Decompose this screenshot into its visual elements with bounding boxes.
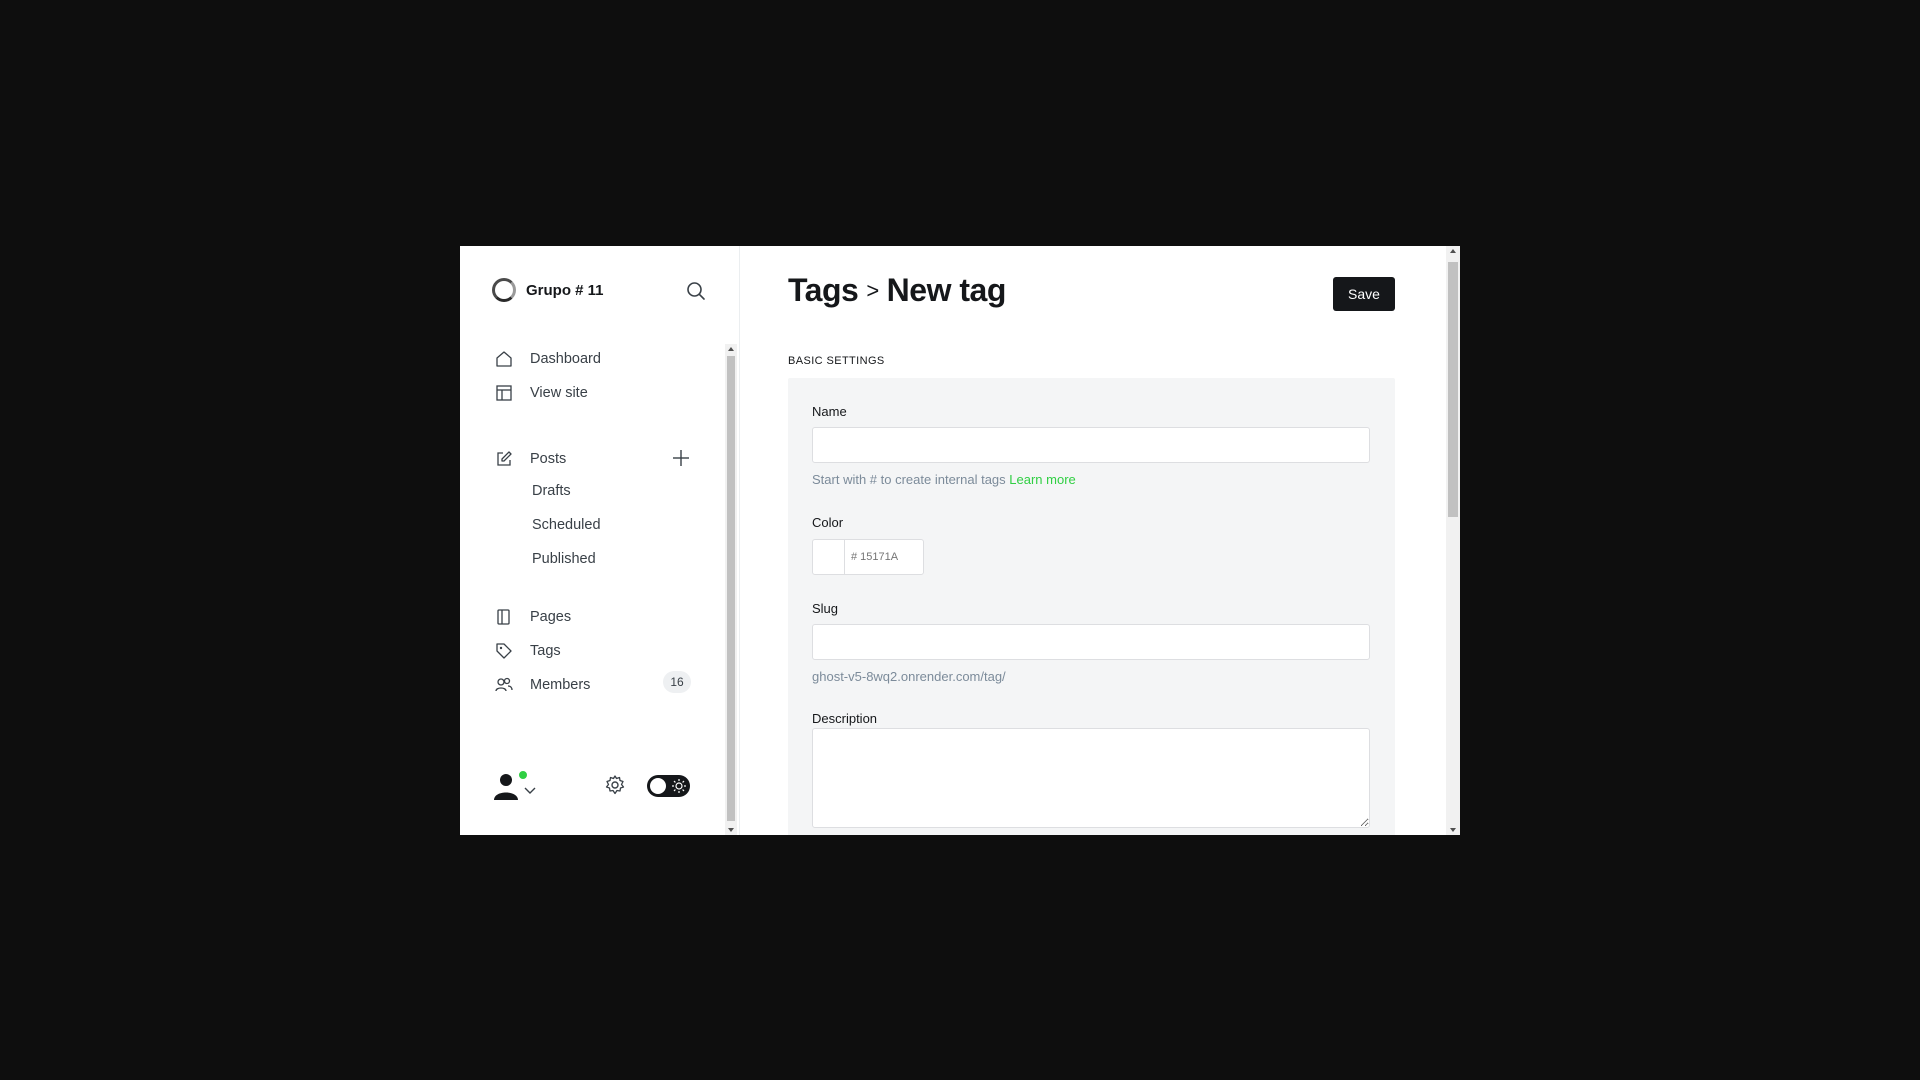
color-swatch[interactable]	[813, 540, 845, 574]
sidebar-scroll-thumb[interactable]	[727, 356, 735, 821]
layout-icon	[494, 383, 514, 403]
breadcrumb-separator-icon: >	[866, 277, 879, 303]
page-title-text: New tag	[886, 272, 1007, 308]
sidebar-item-label: Pages	[530, 609, 572, 625]
online-status-dot	[518, 770, 528, 780]
description-textarea[interactable]	[812, 728, 1370, 828]
name-hint: Start with # to create internal tags Lea…	[812, 472, 1076, 487]
scroll-up-arrow-icon[interactable]	[1450, 249, 1456, 253]
sidebar-item-scheduled[interactable]: Scheduled	[532, 517, 601, 533]
members-count-badge: 16	[663, 671, 691, 693]
gear-icon[interactable]	[604, 774, 626, 796]
name-label: Name	[812, 404, 847, 419]
slug-label: Slug	[812, 601, 839, 616]
name-hint-text: Start with # to create internal tags	[812, 472, 1006, 487]
site-logo-icon	[492, 278, 516, 302]
tag-icon	[494, 641, 514, 661]
site-brand[interactable]: Grupo # 11	[492, 278, 604, 302]
avatar[interactable]	[492, 770, 520, 800]
slug-input[interactable]	[812, 624, 1370, 660]
breadcrumb-tags[interactable]: Tags	[788, 272, 859, 309]
sidebar-item-dashboard[interactable]: Dashboard	[494, 349, 601, 369]
color-label: Color	[812, 515, 844, 530]
sidebar-item-pages[interactable]: Pages	[494, 607, 571, 627]
main-scroll-thumb[interactable]	[1448, 262, 1458, 517]
toggle-knob	[650, 778, 666, 794]
sidebar-item-view-site[interactable]: View site	[494, 383, 588, 403]
sidebar-item-label: Members	[530, 677, 591, 693]
sidebar: Grupo # 11 Dashboard View site Posts Dra…	[460, 246, 740, 835]
sidebar-item-label: View site	[530, 385, 588, 401]
main-content: Tags > New tag Save BASIC SETTINGS Name …	[740, 246, 1446, 835]
main-scrollbar[interactable]	[1446, 246, 1460, 835]
sidebar-scrollbar[interactable]	[725, 344, 737, 835]
members-icon	[494, 675, 514, 695]
page-title: Tags > New tag	[788, 272, 1006, 309]
page-icon	[494, 607, 514, 627]
search-icon[interactable]	[685, 280, 707, 302]
sidebar-item-published[interactable]: Published	[532, 551, 596, 567]
sidebar-item-tags[interactable]: Tags	[494, 641, 561, 661]
learn-more-link[interactable]: Learn more	[1009, 472, 1075, 487]
home-icon	[494, 349, 514, 369]
sun-icon	[671, 778, 687, 794]
chevron-down-icon[interactable]	[524, 782, 536, 800]
sidebar-item-label: Tags	[530, 643, 561, 659]
sidebar-item-drafts[interactable]: Drafts	[532, 483, 571, 499]
name-input[interactable]	[812, 427, 1370, 463]
basic-settings-panel: Name Start with # to create internal tag…	[788, 378, 1395, 835]
color-hex-input[interactable]	[845, 540, 923, 574]
section-title: BASIC SETTINGS	[788, 355, 885, 367]
theme-toggle[interactable]	[647, 775, 690, 797]
scroll-down-arrow-icon[interactable]	[1450, 828, 1456, 832]
site-name: Grupo # 11	[526, 281, 604, 299]
app-window: Grupo # 11 Dashboard View site Posts Dra…	[460, 246, 1460, 835]
sidebar-item-posts[interactable]: Posts	[494, 449, 566, 469]
description-label: Description	[812, 711, 878, 726]
scroll-down-arrow-icon[interactable]	[728, 828, 734, 832]
slug-hint: ghost-v5-8wq2.onrender.com/tag/	[812, 669, 1006, 684]
sidebar-item-label: Posts	[530, 451, 567, 467]
sidebar-item-label: Dashboard	[530, 351, 601, 367]
save-button[interactable]: Save	[1333, 277, 1395, 311]
scroll-up-arrow-icon[interactable]	[728, 347, 734, 351]
sidebar-item-members[interactable]: Members	[494, 675, 590, 695]
edit-icon	[494, 449, 514, 469]
color-picker	[812, 539, 924, 575]
new-post-plus-icon[interactable]	[672, 449, 690, 467]
